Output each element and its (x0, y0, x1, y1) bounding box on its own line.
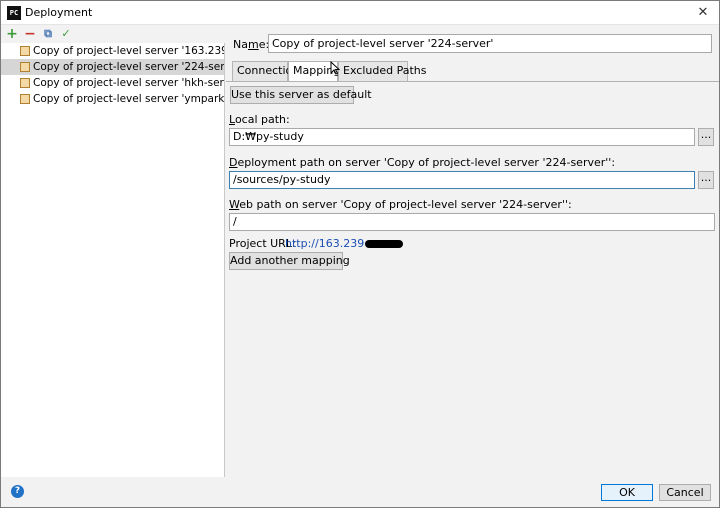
remove-server-icon[interactable]: − (23, 27, 37, 41)
copy-server-icon[interactable]: ⧉ (41, 27, 55, 41)
web-path-label: Web path on server 'Copy of project-leve… (229, 198, 572, 211)
server-list: Copy of project-level server '163.239 Cop… (1, 43, 224, 107)
local-path-label: Local path: (229, 113, 290, 126)
server-list-toolbar: + − ⧉ ✓ (1, 25, 225, 43)
pycharm-app-icon: PC (7, 6, 21, 20)
add-server-icon[interactable]: + (5, 27, 19, 41)
help-icon[interactable]: ? (11, 485, 24, 498)
server-list-item[interactable]: Copy of project-level server '224-server… (1, 59, 224, 75)
server-list-item[interactable]: Copy of project-level server 'ympark-ser… (1, 91, 224, 107)
window-title: Deployment (25, 6, 93, 19)
mappings-tab-content: Use this server as default Local path: D… (226, 81, 719, 477)
use-as-default-button[interactable]: Use this server as default (230, 86, 372, 104)
server-config-panel: Name: Copy of project-level server '224-… (226, 25, 719, 477)
cancel-button[interactable]: Cancel (659, 484, 711, 501)
name-label: Name: (233, 38, 270, 51)
deployment-dialog: PC Deployment ✕ + − ⧉ ✓ Copy of project-… (0, 0, 720, 508)
server-list-item[interactable]: Copy of project-level server 'hkh-server… (1, 75, 224, 91)
local-path-input[interactable]: D:₩py-study (229, 128, 695, 146)
deployment-path-browse-button[interactable]: ... (698, 171, 714, 189)
sftp-server-icon (20, 78, 30, 88)
server-label: Copy of project-level server '163.239 (33, 45, 224, 57)
mouse-cursor-icon (330, 60, 341, 78)
deployment-path-input[interactable]: /sources/py-study (229, 171, 695, 189)
close-icon[interactable]: ✕ (693, 3, 713, 23)
deployment-path-label: Deployment path on server 'Copy of proje… (229, 156, 616, 169)
server-label: Copy of project-level server '224-server… (33, 61, 224, 73)
project-url-link[interactable]: http://163.239 (285, 237, 404, 250)
server-name-input[interactable]: Copy of project-level server '224-server… (268, 34, 712, 53)
web-path-input[interactable]: / (229, 213, 715, 231)
ok-button[interactable]: OK (601, 484, 653, 501)
set-default-server-icon[interactable]: ✓ (59, 27, 73, 41)
redacted-mark (365, 240, 404, 248)
server-list-panel: + − ⧉ ✓ Copy of project-level server '16… (1, 25, 225, 477)
sftp-server-icon (20, 94, 30, 104)
server-label: Copy of project-level server 'hkh-server… (33, 77, 224, 89)
sftp-server-icon (20, 62, 30, 72)
server-list-item[interactable]: Copy of project-level server '163.239 (1, 43, 224, 59)
tab-excluded-paths[interactable]: Excluded Paths (338, 61, 426, 81)
title-bar: PC Deployment ✕ (1, 1, 719, 25)
server-label: Copy of project-level server 'ympark-ser… (33, 93, 224, 105)
add-mapping-button[interactable]: Add another mapping (229, 252, 350, 270)
sftp-server-icon (20, 46, 30, 56)
local-path-browse-button[interactable]: ... (698, 128, 714, 146)
tab-connection[interactable]: Connection (232, 61, 299, 81)
